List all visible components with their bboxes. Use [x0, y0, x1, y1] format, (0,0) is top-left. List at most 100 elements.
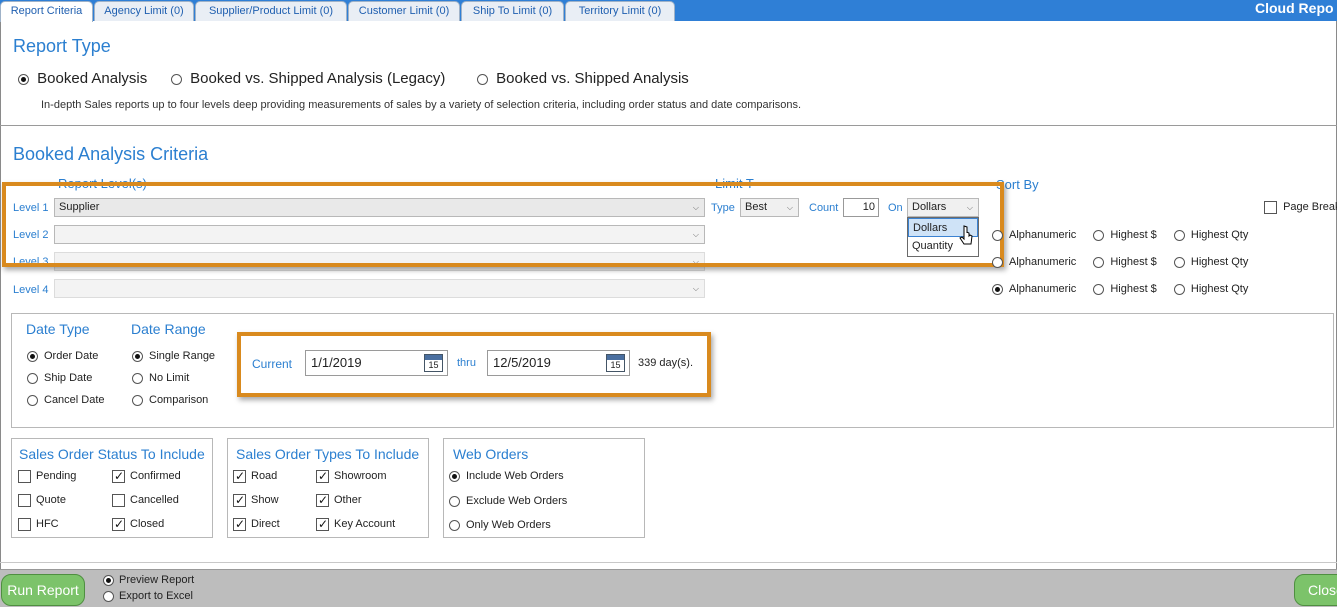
tab-ship-to-limit[interactable]: Ship To Limit (0) [461, 1, 564, 21]
radio-icon[interactable] [132, 372, 143, 384]
output-option-label: Export to Excel [119, 590, 193, 602]
radio-icon[interactable] [132, 394, 143, 406]
date-range-comparison[interactable]: Comparison [132, 394, 208, 406]
type-key-account[interactable]: Key Account [316, 517, 395, 531]
radio-icon[interactable] [1093, 256, 1105, 268]
checkbox-icon[interactable] [316, 517, 329, 531]
report-type-option-label: Booked vs. Shipped Analysis [496, 70, 689, 87]
level-4-select[interactable]: ⌵ [54, 279, 705, 298]
radio-icon[interactable] [103, 590, 114, 602]
status-label: Confirmed [130, 470, 181, 483]
type-road[interactable]: Road [233, 469, 277, 483]
close-button[interactable]: Close [1294, 574, 1337, 606]
radio-icon[interactable] [477, 73, 488, 85]
radio-icon[interactable] [132, 350, 143, 362]
status-group-heading: Sales Order Status To Include [19, 446, 205, 462]
radio-icon[interactable] [1173, 256, 1185, 268]
radio-icon[interactable] [27, 394, 38, 406]
checkbox-icon[interactable] [316, 469, 329, 483]
output-preview-report[interactable]: Preview Report [103, 574, 194, 586]
sort-option-label: Highest $ [1110, 229, 1157, 241]
sort-option-label: Highest $ [1110, 256, 1157, 268]
report-type-description: In-depth Sales reports up to four levels… [41, 99, 802, 111]
radio-icon[interactable] [1093, 283, 1105, 295]
radio-icon[interactable] [103, 574, 114, 586]
type-direct[interactable]: Direct [233, 517, 280, 531]
radio-icon[interactable] [449, 495, 460, 507]
status-closed[interactable]: Closed [112, 517, 164, 531]
section-divider [0, 125, 1337, 126]
radio-icon[interactable] [27, 372, 38, 384]
radio-icon[interactable] [992, 229, 1003, 241]
from-date-input[interactable]: 1/1/2019 15 [305, 350, 448, 376]
checkbox-icon[interactable] [1264, 201, 1277, 214]
date-range-single[interactable]: Single Range [132, 350, 215, 362]
checkbox-icon[interactable] [18, 470, 31, 483]
date-type-heading: Date Type [26, 321, 90, 337]
checkbox-icon[interactable] [112, 494, 125, 507]
from-date-value: 1/1/2019 [311, 355, 362, 370]
tab-territory-limit[interactable]: Territory Limit (0) [565, 1, 675, 21]
output-export-excel[interactable]: Export to Excel [103, 590, 193, 602]
checkbox-icon[interactable] [112, 469, 125, 483]
web-orders-option-label: Include Web Orders [466, 470, 564, 482]
type-showroom[interactable]: Showroom [316, 469, 387, 483]
checkbox-icon[interactable] [18, 518, 31, 531]
checkbox-icon[interactable] [233, 517, 246, 531]
criteria-heading: Booked Analysis Criteria [13, 144, 209, 164]
tab-agency-limit[interactable]: Agency Limit (0) [94, 1, 194, 21]
checkbox-icon[interactable] [112, 517, 125, 531]
radio-icon[interactable] [449, 470, 460, 482]
report-type-booked-analysis[interactable]: Booked Analysis [18, 70, 147, 87]
checkbox-icon[interactable] [233, 493, 246, 507]
status-pending[interactable]: Pending [18, 470, 76, 483]
tab-report-criteria[interactable]: Report Criteria [0, 1, 93, 22]
web-orders-include[interactable]: Include Web Orders [449, 470, 564, 482]
web-orders-heading: Web Orders [453, 446, 529, 462]
tab-customer-limit[interactable]: Customer Limit (0) [348, 1, 460, 21]
radio-icon[interactable] [1093, 229, 1105, 241]
status-cancelled[interactable]: Cancelled [112, 494, 179, 507]
type-label: Direct [251, 518, 280, 531]
page-break-option[interactable]: Page Break [1264, 201, 1337, 214]
status-label: Cancelled [130, 494, 179, 507]
radio-icon[interactable] [1173, 229, 1185, 241]
radio-icon[interactable] [171, 73, 182, 85]
calendar-icon[interactable]: 15 [606, 354, 625, 372]
checkbox-icon[interactable] [316, 493, 329, 507]
calendar-icon[interactable]: 15 [424, 354, 443, 372]
type-other[interactable]: Other [316, 493, 362, 507]
sort-row-level-2: Alphanumeric Highest $ Highest Qty [992, 229, 1248, 241]
tab-supplier-product-limit[interactable]: Supplier/Product Limit (0) [195, 1, 347, 21]
status-confirmed[interactable]: Confirmed [112, 469, 181, 483]
type-show[interactable]: Show [233, 493, 279, 507]
radio-icon[interactable] [18, 73, 29, 85]
radio-icon[interactable] [449, 519, 460, 531]
current-label: Current [252, 357, 293, 371]
date-type-cancel-date[interactable]: Cancel Date [27, 394, 105, 406]
sort-option-label: Highest $ [1110, 283, 1157, 295]
run-report-button[interactable]: Run Report [1, 574, 85, 606]
radio-icon[interactable] [27, 350, 38, 362]
date-range-heading: Date Range [131, 321, 206, 337]
web-orders-only[interactable]: Only Web Orders [449, 519, 551, 531]
radio-icon[interactable] [1173, 283, 1185, 295]
report-type-booked-vs-shipped[interactable]: Booked vs. Shipped Analysis [477, 70, 689, 87]
date-range-no-limit[interactable]: No Limit [132, 372, 189, 384]
checkbox-icon[interactable] [233, 469, 246, 483]
web-orders-exclude[interactable]: Exclude Web Orders [449, 495, 567, 507]
status-quote[interactable]: Quote [18, 494, 66, 507]
radio-icon[interactable] [992, 256, 1003, 268]
date-type-order-date[interactable]: Order Date [27, 350, 98, 362]
report-type-booked-vs-shipped-legacy[interactable]: Booked vs. Shipped Analysis (Legacy) [171, 70, 445, 87]
status-hfc[interactable]: HFC [18, 518, 59, 531]
date-type-ship-date[interactable]: Ship Date [27, 372, 92, 384]
report-type-heading: Report Type [13, 36, 111, 56]
date-type-option-label: Ship Date [44, 372, 93, 384]
status-label: HFC [36, 518, 59, 531]
radio-icon[interactable] [992, 283, 1003, 295]
to-date-input[interactable]: 12/5/2019 15 [487, 350, 630, 376]
level-4-label: Level 4 [13, 284, 49, 296]
type-label: Showroom [334, 470, 387, 483]
checkbox-icon[interactable] [18, 494, 31, 507]
